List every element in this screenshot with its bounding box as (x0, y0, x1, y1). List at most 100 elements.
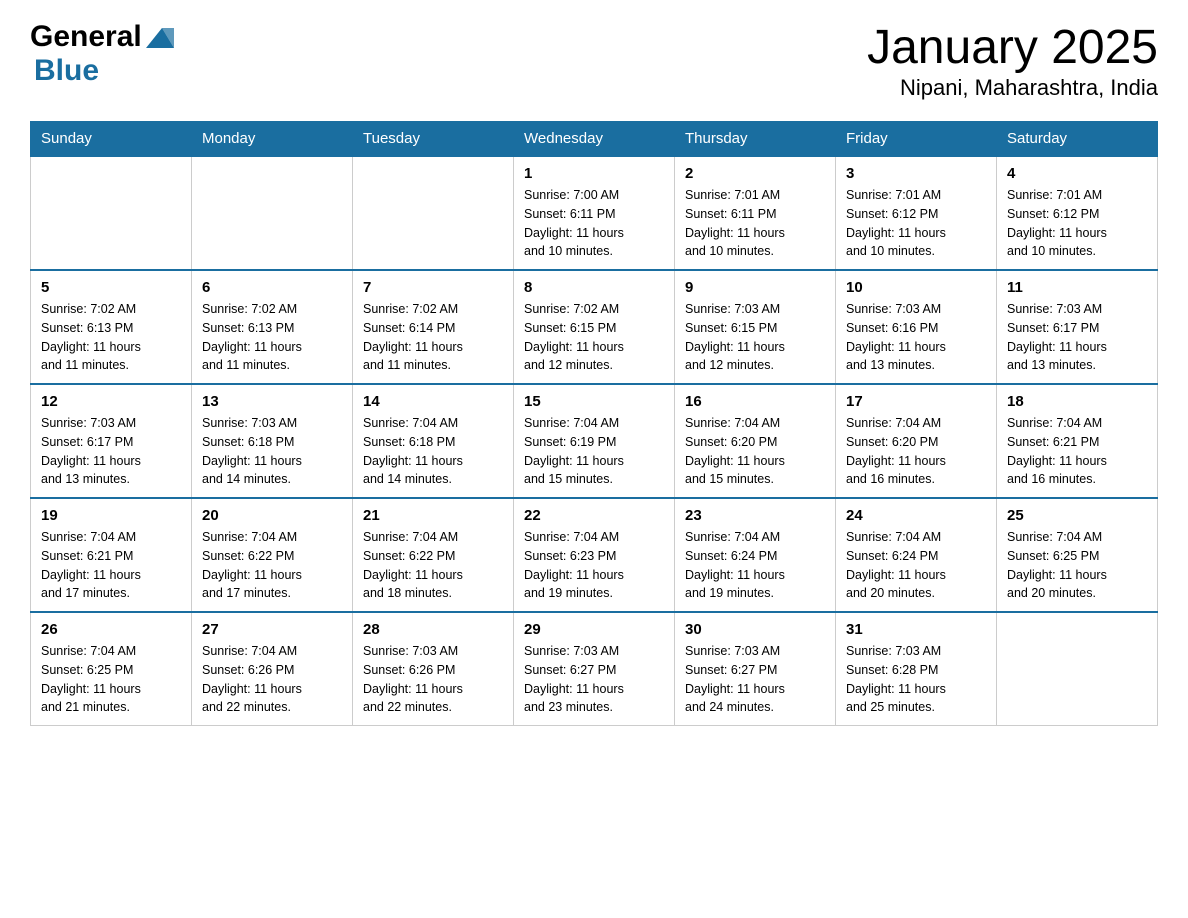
calendar-cell: 22 Sunrise: 7:04 AM Sunset: 6:23 PM Dayli… (514, 498, 675, 612)
calendar-cell: 21Sunrise: 7:04 AM Sunset: 6:22 PM Dayli… (353, 498, 514, 612)
day-number: 19 (41, 507, 181, 524)
day-info: Sunrise: 7:02 AM Sunset: 6:13 PM Dayligh… (41, 300, 181, 375)
calendar-cell (353, 156, 514, 270)
title-block: January 2025 Nipani, Maharashtra, India (867, 20, 1158, 101)
day-number: 28 (363, 621, 503, 638)
calendar-cell: 8Sunrise: 7:02 AM Sunset: 6:15 PM Daylig… (514, 270, 675, 384)
day-info: Sunrise: 7:02 AM Sunset: 6:13 PM Dayligh… (202, 300, 342, 375)
calendar-table: SundayMondayTuesdayWednesdayThursdayFrid… (30, 121, 1158, 726)
calendar-cell: 25 Sunrise: 7:04 AM Sunset: 6:25 PM Dayli… (997, 498, 1158, 612)
day-info: Sunrise: 7:01 AM Sunset: 6:12 PM Dayligh… (846, 186, 986, 261)
day-number: 29 (524, 621, 664, 638)
calendar-cell: 26Sunrise: 7:04 AM Sunset: 6:25 PM Dayli… (31, 612, 192, 726)
calendar-week-row: 26Sunrise: 7:04 AM Sunset: 6:25 PM Dayli… (31, 612, 1158, 726)
day-info: Sunrise: 7:01 AM Sunset: 6:12 PM Dayligh… (1007, 186, 1147, 261)
calendar-cell: 17Sunrise: 7:04 AM Sunset: 6:20 PM Dayli… (836, 384, 997, 498)
calendar-cell: 15 Sunrise: 7:04 AM Sunset: 6:19 PM Dayli… (514, 384, 675, 498)
calendar-cell: 5 Sunrise: 7:02 AM Sunset: 6:13 PM Daylig… (31, 270, 192, 384)
day-info: Sunrise: 7:03 AM Sunset: 6:18 PM Dayligh… (202, 414, 342, 489)
day-number: 2 (685, 165, 825, 182)
day-number: 27 (202, 621, 342, 638)
calendar-cell: 12Sunrise: 7:03 AM Sunset: 6:17 PM Dayli… (31, 384, 192, 498)
calendar-cell (31, 156, 192, 270)
day-number: 7 (363, 279, 503, 296)
day-info: Sunrise: 7:04 AM Sunset: 6:24 PM Dayligh… (846, 528, 986, 603)
calendar-day-header: Sunday (31, 122, 192, 157)
calendar-cell: 31Sunrise: 7:03 AM Sunset: 6:28 PM Dayli… (836, 612, 997, 726)
day-info: Sunrise: 7:02 AM Sunset: 6:15 PM Dayligh… (524, 300, 664, 375)
logo-general-text: General (30, 20, 142, 54)
calendar-day-header: Saturday (997, 122, 1158, 157)
calendar-day-header: Friday (836, 122, 997, 157)
calendar-cell (997, 612, 1158, 726)
calendar-cell: 11Sunrise: 7:03 AM Sunset: 6:17 PM Dayli… (997, 270, 1158, 384)
calendar-week-row: 5 Sunrise: 7:02 AM Sunset: 6:13 PM Daylig… (31, 270, 1158, 384)
day-info: Sunrise: 7:03 AM Sunset: 6:27 PM Dayligh… (685, 642, 825, 717)
day-number: 18 (1007, 393, 1147, 410)
calendar-cell: 9 Sunrise: 7:03 AM Sunset: 6:15 PM Daylig… (675, 270, 836, 384)
calendar-cell: 14 Sunrise: 7:04 AM Sunset: 6:18 PM Dayli… (353, 384, 514, 498)
calendar-subtitle: Nipani, Maharashtra, India (867, 75, 1158, 101)
calendar-cell: 6 Sunrise: 7:02 AM Sunset: 6:13 PM Daylig… (192, 270, 353, 384)
day-info: Sunrise: 7:04 AM Sunset: 6:18 PM Dayligh… (363, 414, 503, 489)
calendar-cell: 29 Sunrise: 7:03 AM Sunset: 6:27 PM Dayli… (514, 612, 675, 726)
calendar-cell: 7 Sunrise: 7:02 AM Sunset: 6:14 PM Daylig… (353, 270, 514, 384)
day-info: Sunrise: 7:04 AM Sunset: 6:25 PM Dayligh… (41, 642, 181, 717)
day-info: Sunrise: 7:04 AM Sunset: 6:19 PM Dayligh… (524, 414, 664, 489)
calendar-cell (192, 156, 353, 270)
day-number: 13 (202, 393, 342, 410)
day-number: 23 (685, 507, 825, 524)
day-number: 1 (524, 165, 664, 182)
calendar-week-row: 19 Sunrise: 7:04 AM Sunset: 6:21 PM Dayli… (31, 498, 1158, 612)
day-number: 16 (685, 393, 825, 410)
calendar-cell: 3Sunrise: 7:01 AM Sunset: 6:12 PM Daylig… (836, 156, 997, 270)
day-number: 6 (202, 279, 342, 296)
day-number: 17 (846, 393, 986, 410)
day-number: 31 (846, 621, 986, 638)
calendar-cell: 16 Sunrise: 7:04 AM Sunset: 6:20 PM Dayli… (675, 384, 836, 498)
calendar-cell: 4 Sunrise: 7:01 AM Sunset: 6:12 PM Daylig… (997, 156, 1158, 270)
day-info: Sunrise: 7:02 AM Sunset: 6:14 PM Dayligh… (363, 300, 503, 375)
calendar-cell: 2 Sunrise: 7:01 AM Sunset: 6:11 PM Daylig… (675, 156, 836, 270)
day-info: Sunrise: 7:04 AM Sunset: 6:26 PM Dayligh… (202, 642, 342, 717)
calendar-day-header: Thursday (675, 122, 836, 157)
calendar-week-row: 12Sunrise: 7:03 AM Sunset: 6:17 PM Dayli… (31, 384, 1158, 498)
day-number: 14 (363, 393, 503, 410)
day-info: Sunrise: 7:03 AM Sunset: 6:16 PM Dayligh… (846, 300, 986, 375)
day-number: 24 (846, 507, 986, 524)
calendar-cell: 27 Sunrise: 7:04 AM Sunset: 6:26 PM Dayli… (192, 612, 353, 726)
calendar-day-header: Tuesday (353, 122, 514, 157)
logo-blue-text: Blue (34, 54, 99, 87)
day-number: 4 (1007, 165, 1147, 182)
day-info: Sunrise: 7:01 AM Sunset: 6:11 PM Dayligh… (685, 186, 825, 261)
day-number: 15 (524, 393, 664, 410)
day-number: 25 (1007, 507, 1147, 524)
calendar-title: January 2025 (867, 20, 1158, 75)
calendar-week-row: 1 Sunrise: 7:00 AM Sunset: 6:11 PM Daylig… (31, 156, 1158, 270)
logo: General Blue (30, 20, 178, 88)
day-info: Sunrise: 7:00 AM Sunset: 6:11 PM Dayligh… (524, 186, 664, 261)
calendar-cell: 20Sunrise: 7:04 AM Sunset: 6:22 PM Dayli… (192, 498, 353, 612)
day-info: Sunrise: 7:04 AM Sunset: 6:23 PM Dayligh… (524, 528, 664, 603)
day-number: 12 (41, 393, 181, 410)
day-info: Sunrise: 7:04 AM Sunset: 6:25 PM Dayligh… (1007, 528, 1147, 603)
day-info: Sunrise: 7:04 AM Sunset: 6:22 PM Dayligh… (363, 528, 503, 603)
logo-triangle-icon (144, 24, 176, 50)
day-number: 5 (41, 279, 181, 296)
calendar-cell: 19 Sunrise: 7:04 AM Sunset: 6:21 PM Dayli… (31, 498, 192, 612)
calendar-cell: 28Sunrise: 7:03 AM Sunset: 6:26 PM Dayli… (353, 612, 514, 726)
calendar-day-header: Monday (192, 122, 353, 157)
day-info: Sunrise: 7:03 AM Sunset: 6:15 PM Dayligh… (685, 300, 825, 375)
calendar-cell: 23 Sunrise: 7:04 AM Sunset: 6:24 PM Dayli… (675, 498, 836, 612)
page-header: General Blue January 2025 Nipani, Mahara… (30, 20, 1158, 101)
day-number: 22 (524, 507, 664, 524)
day-number: 20 (202, 507, 342, 524)
day-number: 30 (685, 621, 825, 638)
day-info: Sunrise: 7:04 AM Sunset: 6:20 PM Dayligh… (685, 414, 825, 489)
day-info: Sunrise: 7:04 AM Sunset: 6:21 PM Dayligh… (41, 528, 181, 603)
day-number: 9 (685, 279, 825, 296)
day-info: Sunrise: 7:03 AM Sunset: 6:27 PM Dayligh… (524, 642, 664, 717)
day-info: Sunrise: 7:04 AM Sunset: 6:24 PM Dayligh… (685, 528, 825, 603)
calendar-cell: 24 Sunrise: 7:04 AM Sunset: 6:24 PM Dayli… (836, 498, 997, 612)
calendar-header-row: SundayMondayTuesdayWednesdayThursdayFrid… (31, 122, 1158, 157)
